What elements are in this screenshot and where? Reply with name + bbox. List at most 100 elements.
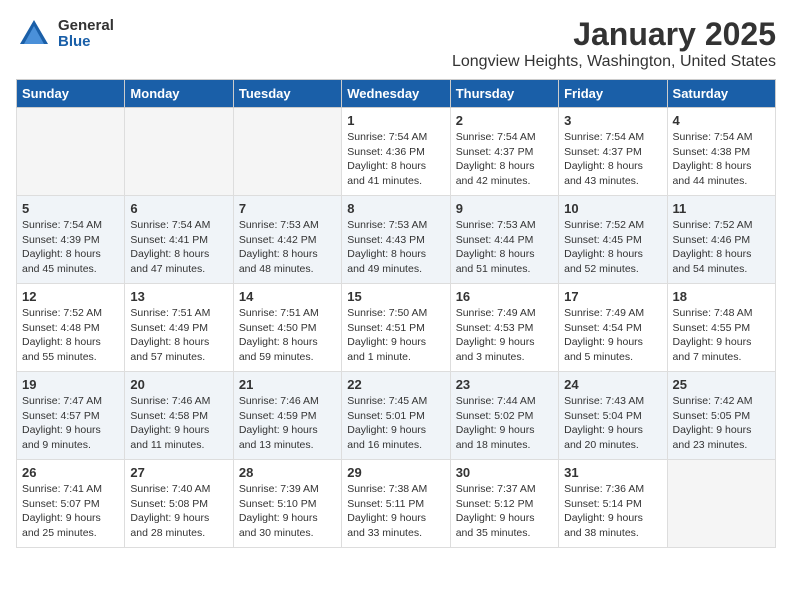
day-number-7: 7 [239, 201, 336, 216]
day-info-9: Sunrise: 7:53 AM Sunset: 4:44 PM Dayligh… [456, 218, 553, 277]
calendar-cell-week5-day5: 31 Sunrise: 7:36 AM Sunset: 5:14 PM Dayli… [559, 460, 667, 548]
week-row-5: 26 Sunrise: 7:41 AM Sunset: 5:07 PM Dayli… [17, 460, 776, 548]
day-number-21: 21 [239, 377, 336, 392]
calendar-cell-week5-day4: 30 Sunrise: 7:37 AM Sunset: 5:12 PM Dayli… [450, 460, 558, 548]
day-number-25: 25 [673, 377, 770, 392]
calendar-cell-week1-day0 [17, 108, 125, 196]
day-info-24: Sunrise: 7:43 AM Sunset: 5:04 PM Dayligh… [564, 394, 661, 453]
calendar-cell-week3-day2: 14 Sunrise: 7:51 AM Sunset: 4:50 PM Dayli… [233, 284, 341, 372]
day-info-26: Sunrise: 7:41 AM Sunset: 5:07 PM Dayligh… [22, 482, 119, 541]
title-section: January 2025 Longview Heights, Washingto… [452, 16, 776, 71]
weekday-header-wednesday: Wednesday [342, 80, 450, 108]
calendar-cell-week5-day0: 26 Sunrise: 7:41 AM Sunset: 5:07 PM Dayli… [17, 460, 125, 548]
day-number-28: 28 [239, 465, 336, 480]
calendar-cell-week2-day6: 11 Sunrise: 7:52 AM Sunset: 4:46 PM Dayli… [667, 196, 775, 284]
day-number-15: 15 [347, 289, 444, 304]
day-number-10: 10 [564, 201, 661, 216]
day-info-31: Sunrise: 7:36 AM Sunset: 5:14 PM Dayligh… [564, 482, 661, 541]
weekday-header-sunday: Sunday [17, 80, 125, 108]
week-row-3: 12Sunrise: 7:52 AM Sunset: 4:48 PM Dayli… [17, 284, 776, 372]
day-info-7: Sunrise: 7:53 AM Sunset: 4:42 PM Dayligh… [239, 218, 336, 277]
weekday-header-thursday: Thursday [450, 80, 558, 108]
day-number-22: 22 [347, 377, 444, 392]
calendar-cell-week2-day5: 10 Sunrise: 7:52 AM Sunset: 4:45 PM Dayli… [559, 196, 667, 284]
day-info-25: Sunrise: 7:42 AM Sunset: 5:05 PM Dayligh… [673, 394, 770, 453]
logo: General Blue [16, 16, 114, 52]
logo-blue-text: Blue [58, 34, 114, 51]
calendar-cell-week3-day6: 18 Sunrise: 7:48 AM Sunset: 4:55 PM Dayli… [667, 284, 775, 372]
day-info-2: Sunrise: 7:54 AM Sunset: 4:37 PM Dayligh… [456, 130, 553, 189]
day-number-12: 12 [22, 289, 119, 304]
calendar-cell-week5-day2: 28Sunrise: 7:39 AM Sunset: 5:10 PM Dayli… [233, 460, 341, 548]
day-number-13: 13 [130, 289, 227, 304]
day-number-9: 9 [456, 201, 553, 216]
calendar-cell-week4-day4: 23Sunrise: 7:44 AM Sunset: 5:02 PM Dayli… [450, 372, 558, 460]
day-number-8: 8 [347, 201, 444, 216]
day-info-27: Sunrise: 7:40 AM Sunset: 5:08 PM Dayligh… [130, 482, 227, 541]
calendar-cell-week1-day5: 3 Sunrise: 7:54 AM Sunset: 4:37 PM Daylig… [559, 108, 667, 196]
weekday-header-row: SundayMondayTuesdayWednesdayThursdayFrid… [17, 80, 776, 108]
day-info-8: Sunrise: 7:53 AM Sunset: 4:43 PM Dayligh… [347, 218, 444, 277]
calendar-cell-week4-day6: 25 Sunrise: 7:42 AM Sunset: 5:05 PM Dayli… [667, 372, 775, 460]
day-info-1: Sunrise: 7:54 AM Sunset: 4:36 PM Dayligh… [347, 130, 444, 189]
logo-icon [16, 16, 52, 52]
calendar-cell-week3-day5: 17 Sunrise: 7:49 AM Sunset: 4:54 PM Dayli… [559, 284, 667, 372]
calendar-cell-week2-day1: 6Sunrise: 7:54 AM Sunset: 4:41 PM Daylig… [125, 196, 233, 284]
day-info-19: Sunrise: 7:47 AM Sunset: 4:57 PM Dayligh… [22, 394, 119, 453]
day-number-11: 11 [673, 201, 770, 216]
day-number-31: 31 [564, 465, 661, 480]
calendar-cell-week2-day4: 9 Sunrise: 7:53 AM Sunset: 4:44 PM Daylig… [450, 196, 558, 284]
calendar-cell-week2-day0: 5Sunrise: 7:54 AM Sunset: 4:39 PM Daylig… [17, 196, 125, 284]
calendar-cell-week5-day6 [667, 460, 775, 548]
week-row-4: 19 Sunrise: 7:47 AM Sunset: 4:57 PM Dayli… [17, 372, 776, 460]
day-info-10: Sunrise: 7:52 AM Sunset: 4:45 PM Dayligh… [564, 218, 661, 277]
day-info-22: Sunrise: 7:45 AM Sunset: 5:01 PM Dayligh… [347, 394, 444, 453]
page-header: General Blue January 2025 Longview Heigh… [16, 16, 776, 71]
day-info-14: Sunrise: 7:51 AM Sunset: 4:50 PM Dayligh… [239, 306, 336, 365]
logo-text: General Blue [58, 18, 114, 51]
day-info-5: Sunrise: 7:54 AM Sunset: 4:39 PM Dayligh… [22, 218, 119, 277]
calendar-cell-week1-day3: 1 Sunrise: 7:54 AM Sunset: 4:36 PM Daylig… [342, 108, 450, 196]
day-info-16: Sunrise: 7:49 AM Sunset: 4:53 PM Dayligh… [456, 306, 553, 365]
weekday-header-monday: Monday [125, 80, 233, 108]
calendar-cell-week1-day1 [125, 108, 233, 196]
calendar-cell-week5-day3: 29Sunrise: 7:38 AM Sunset: 5:11 PM Dayli… [342, 460, 450, 548]
calendar-cell-week3-day0: 12Sunrise: 7:52 AM Sunset: 4:48 PM Dayli… [17, 284, 125, 372]
day-number-29: 29 [347, 465, 444, 480]
day-number-26: 26 [22, 465, 119, 480]
day-info-21: Sunrise: 7:46 AM Sunset: 4:59 PM Dayligh… [239, 394, 336, 453]
weekday-header-saturday: Saturday [667, 80, 775, 108]
day-number-24: 24 [564, 377, 661, 392]
calendar-cell-week4-day0: 19 Sunrise: 7:47 AM Sunset: 4:57 PM Dayli… [17, 372, 125, 460]
weekday-header-tuesday: Tuesday [233, 80, 341, 108]
day-number-2: 2 [456, 113, 553, 128]
day-info-4: Sunrise: 7:54 AM Sunset: 4:38 PM Dayligh… [673, 130, 770, 189]
day-info-17: Sunrise: 7:49 AM Sunset: 4:54 PM Dayligh… [564, 306, 661, 365]
day-number-17: 17 [564, 289, 661, 304]
calendar-table: SundayMondayTuesdayWednesdayThursdayFrid… [16, 79, 776, 548]
month-title: January 2025 [452, 16, 776, 53]
logo-general-text: General [58, 18, 114, 35]
calendar-cell-week3-day4: 16 Sunrise: 7:49 AM Sunset: 4:53 PM Dayli… [450, 284, 558, 372]
day-number-20: 20 [130, 377, 227, 392]
calendar-cell-week5-day1: 27Sunrise: 7:40 AM Sunset: 5:08 PM Dayli… [125, 460, 233, 548]
day-number-30: 30 [456, 465, 553, 480]
day-number-19: 19 [22, 377, 119, 392]
day-number-14: 14 [239, 289, 336, 304]
day-number-4: 4 [673, 113, 770, 128]
day-number-16: 16 [456, 289, 553, 304]
day-number-18: 18 [673, 289, 770, 304]
location-title: Longview Heights, Washington, United Sta… [452, 53, 776, 71]
day-info-18: Sunrise: 7:48 AM Sunset: 4:55 PM Dayligh… [673, 306, 770, 365]
calendar-cell-week1-day2 [233, 108, 341, 196]
day-number-1: 1 [347, 113, 444, 128]
weekday-header-friday: Friday [559, 80, 667, 108]
calendar-cell-week2-day2: 7 Sunrise: 7:53 AM Sunset: 4:42 PM Daylig… [233, 196, 341, 284]
day-number-3: 3 [564, 113, 661, 128]
calendar-cell-week4-day1: 20Sunrise: 7:46 AM Sunset: 4:58 PM Dayli… [125, 372, 233, 460]
day-info-23: Sunrise: 7:44 AM Sunset: 5:02 PM Dayligh… [456, 394, 553, 453]
day-info-3: Sunrise: 7:54 AM Sunset: 4:37 PM Dayligh… [564, 130, 661, 189]
day-info-30: Sunrise: 7:37 AM Sunset: 5:12 PM Dayligh… [456, 482, 553, 541]
day-info-11: Sunrise: 7:52 AM Sunset: 4:46 PM Dayligh… [673, 218, 770, 277]
calendar-cell-week4-day3: 22 Sunrise: 7:45 AM Sunset: 5:01 PM Dayli… [342, 372, 450, 460]
